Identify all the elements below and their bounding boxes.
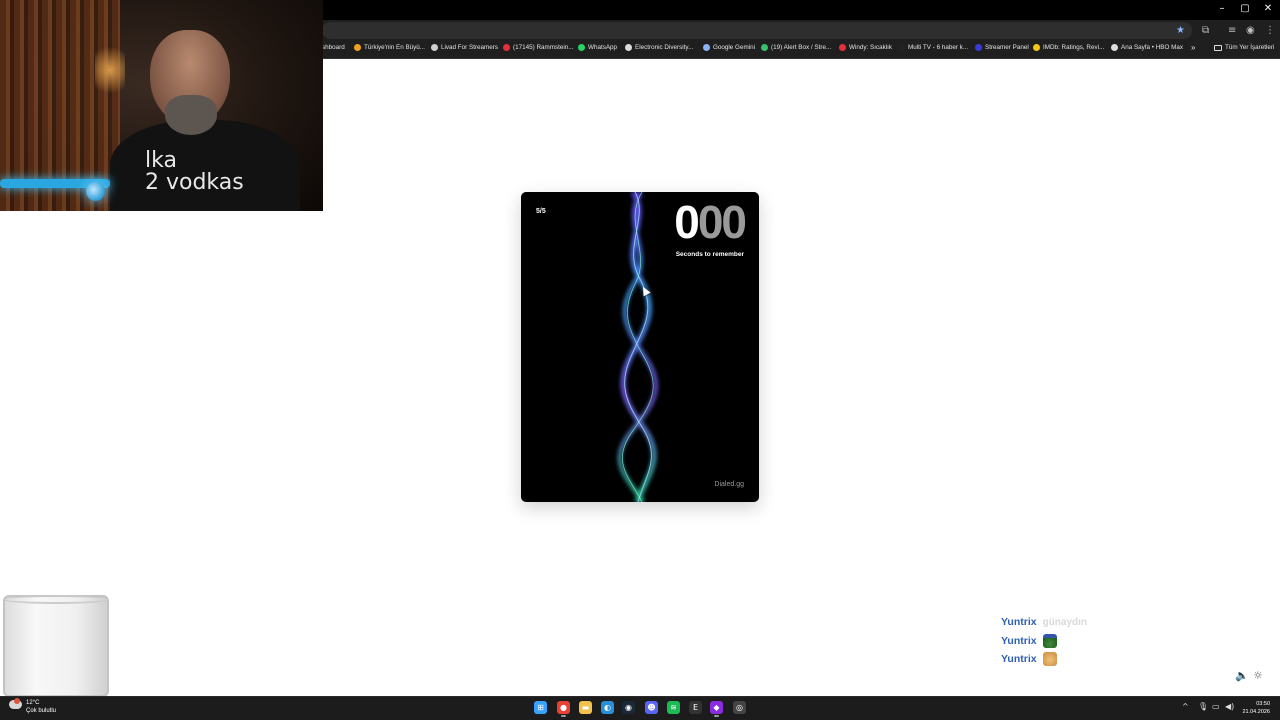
minimize-icon[interactable]: – xyxy=(1212,3,1232,14)
glass-overlay xyxy=(3,595,109,697)
chat-username: Yuntrix xyxy=(1001,653,1037,665)
brightness-icon[interactable]: ☼ xyxy=(1253,669,1263,682)
bookmark-label: shboard xyxy=(322,44,345,51)
timer-digit-primary: 0 xyxy=(674,196,700,248)
screen: – ▢ ✕ ★ ⧉ ≡ ◉ ⋮ shboard Türkiye'nin En Bü… xyxy=(0,0,1280,720)
bookmark-item[interactable]: Türkiye'nin En Büyü... xyxy=(354,44,425,51)
bookmark-label: (19) Alert Box / Stre... xyxy=(771,44,832,51)
all-bookmarks-button[interactable]: Tüm Yer İşaretleri xyxy=(1214,44,1274,51)
webcam-mic-light xyxy=(86,182,105,201)
chat-message: Yuntrix xyxy=(1001,652,1057,666)
glass-rim xyxy=(3,595,109,604)
bookmark-label: Ana Sayfa • HBO Max xyxy=(1121,44,1184,51)
folder-icon xyxy=(1214,44,1222,51)
tray-overflow-icon[interactable]: ^ xyxy=(1182,702,1189,711)
spotify-icon[interactable]: ≋ xyxy=(667,701,680,714)
chat-message: Yuntrix xyxy=(1001,634,1057,648)
bookmark-label: Electronic Diversity... xyxy=(635,44,694,51)
weather-description[interactable]: Çok bulutlu xyxy=(26,708,56,714)
webcam-shirt-text: lka 2 vodkas xyxy=(145,148,244,195)
microphone-icon[interactable]: 🎙 xyxy=(1198,702,1208,711)
weather-temperature[interactable]: 12°C xyxy=(26,700,39,706)
all-bookmarks-label: Tüm Yer İşaretleri xyxy=(1225,44,1275,51)
bookmark-favicon-icon xyxy=(1033,44,1040,51)
bookmark-favicon-icon xyxy=(898,44,905,51)
menu-icon[interactable]: ⋮ xyxy=(1265,25,1275,36)
obs-icon[interactable]: ◎ xyxy=(733,701,746,714)
bookmark-item[interactable]: WhatsApp xyxy=(578,44,617,51)
bookmark-item[interactable]: Electronic Diversity... xyxy=(625,44,693,51)
bookmark-favicon-icon xyxy=(703,44,710,51)
volume-icon[interactable]: 🔈 xyxy=(1235,669,1249,682)
address-bar[interactable] xyxy=(322,22,1192,39)
cat-emote-icon xyxy=(1042,652,1057,666)
webcam-overlay: lka 2 vodkas xyxy=(0,0,323,211)
bookmark-item[interactable]: shboard xyxy=(322,44,345,51)
profile-icon[interactable]: ◉ xyxy=(1246,25,1255,36)
countdown-timer: 000 xyxy=(674,196,747,248)
taskbar-clock[interactable]: 03:50 21.04.2026 xyxy=(1238,700,1270,716)
windows-start-icon[interactable]: ⊞ xyxy=(534,701,547,714)
bookmark-favicon-icon xyxy=(625,44,632,51)
weather-alert-icon xyxy=(14,698,20,704)
bookmark-item[interactable]: Multi TV - 6 haber k... xyxy=(898,44,968,51)
bookmark-favicon-icon xyxy=(354,44,361,51)
bookmark-label: WhatsApp xyxy=(588,44,618,51)
edge-icon[interactable]: ◐ xyxy=(601,701,614,714)
bookmark-item[interactable]: Google Gemini xyxy=(703,44,755,51)
chat-username: Yuntrix xyxy=(1001,635,1037,647)
maximize-icon[interactable]: ▢ xyxy=(1235,3,1255,14)
bookmark-label: (17145) Rammstein... xyxy=(513,44,574,51)
chat-message: Yuntrix günaydın xyxy=(1001,616,1087,628)
bookmark-item[interactable]: Streamer Panel xyxy=(975,44,1029,51)
chat-username: Yuntrix xyxy=(1001,616,1037,628)
streamer-app-icon[interactable]: ◆ xyxy=(710,701,723,717)
bookmark-item[interactable]: (19) Alert Box / Stre... xyxy=(761,44,831,51)
epic-games-icon[interactable]: E xyxy=(689,701,702,714)
more-bookmarks-button[interactable]: » xyxy=(1191,43,1195,52)
speaker-icon[interactable]: ◀) xyxy=(1225,702,1234,711)
file-explorer-icon[interactable]: ▬ xyxy=(579,701,592,714)
bookmark-favicon-icon xyxy=(975,44,982,51)
bookmark-favicon-icon xyxy=(761,44,768,51)
bookmark-label: Streamer Panel xyxy=(985,44,1029,51)
discord-icon[interactable]: ☻ xyxy=(645,701,658,714)
bookmark-item[interactable]: Windy: Sıcaklık xyxy=(839,44,892,51)
bookmark-label: Livad For Streamers xyxy=(441,44,499,51)
site-brand[interactable]: Dialed.gg xyxy=(714,481,744,488)
bookmark-favicon-icon xyxy=(431,44,438,51)
chat-text: günaydın xyxy=(1042,616,1088,628)
game-card[interactable]: 5/5 000 Seconds to remember Dialed.gg xyxy=(521,192,759,502)
bookmark-label: Türkiye'nin En Büyü... xyxy=(364,44,426,51)
network-icon[interactable]: ▭ xyxy=(1212,702,1220,711)
extensions-icon[interactable]: ⧉ xyxy=(1202,25,1209,36)
timer-label: Seconds to remember xyxy=(675,251,744,258)
close-icon[interactable]: ✕ xyxy=(1258,3,1278,14)
bookmark-label: Multi TV - 6 haber k... xyxy=(908,44,969,51)
bookmark-label: Windy: Sıcaklık xyxy=(849,44,893,51)
taskbar xyxy=(0,696,1280,720)
bookmark-item[interactable]: Ana Sayfa • HBO Max xyxy=(1111,44,1183,51)
bookmark-favicon-icon xyxy=(503,44,510,51)
timer-digits-secondary: 00 xyxy=(697,196,747,248)
bookmark-item[interactable]: Livad For Streamers xyxy=(431,44,498,51)
bookmark-favicon-icon xyxy=(1111,44,1118,51)
clock-date: 21.04.2026 xyxy=(1242,709,1270,715)
media-controls-icon[interactable]: ≡ xyxy=(1228,25,1236,36)
clock-time: 03:50 xyxy=(1256,701,1270,707)
chrome-icon[interactable]: ● xyxy=(557,701,570,717)
bookmark-item[interactable]: IMDb: Ratings, Revi... xyxy=(1033,44,1104,51)
bookmark-favicon-icon xyxy=(839,44,846,51)
bookmark-star-icon[interactable]: ★ xyxy=(1176,25,1185,36)
bookmark-label: Google Gemini xyxy=(713,44,755,51)
webcam-person-beard xyxy=(165,95,217,135)
bookmark-item[interactable]: (17145) Rammstein... xyxy=(503,44,574,51)
bookmark-favicon-icon xyxy=(578,44,585,51)
steam-icon[interactable]: ◉ xyxy=(622,701,635,714)
round-counter: 5/5 xyxy=(536,208,546,215)
bookmark-label: IMDb: Ratings, Revi... xyxy=(1043,44,1105,51)
webcam-lamp xyxy=(95,40,125,100)
frog-emote-icon xyxy=(1042,634,1057,648)
